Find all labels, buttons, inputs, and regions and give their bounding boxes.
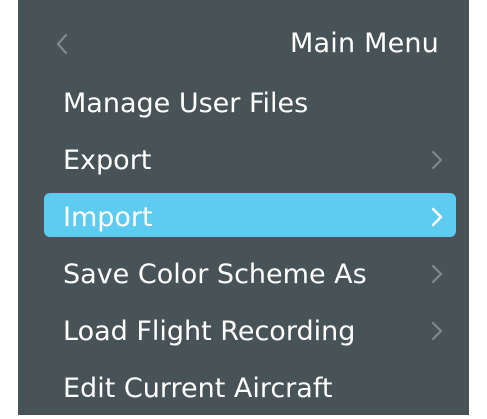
menu-list: Manage User Files Export Import Save Col… [18, 77, 469, 419]
menu-panel: Main Menu Manage User Files Export Impor… [18, 0, 469, 415]
menu-item-label: Save Color Scheme As [63, 259, 367, 290]
menu-header: Main Menu [18, 20, 469, 68]
menu-item-label: Manage User Files [63, 88, 309, 119]
menu-item-import[interactable]: Import [18, 191, 469, 244]
chevron-right-icon [431, 207, 443, 227]
chevron-right-icon [431, 264, 443, 284]
menu-item-label: Import [63, 202, 153, 233]
menu-item-label: Edit Current Aircraft [63, 373, 333, 404]
menu-item-save-color-scheme-as[interactable]: Save Color Scheme As [18, 248, 469, 301]
chevron-left-icon[interactable] [52, 24, 72, 64]
menu-item-export[interactable]: Export [18, 134, 469, 187]
menu-item-edit-current-aircraft[interactable]: Edit Current Aircraft [18, 362, 469, 415]
chevron-right-icon [431, 150, 443, 170]
menu-item-manage-user-files[interactable]: Manage User Files [18, 77, 469, 130]
menu-item-load-flight-recording[interactable]: Load Flight Recording [18, 305, 469, 358]
chevron-right-icon [431, 321, 443, 341]
menu-title: Main Menu [290, 28, 439, 59]
menu-item-label: Export [63, 145, 152, 176]
menu-item-label: Load Flight Recording [63, 316, 356, 347]
